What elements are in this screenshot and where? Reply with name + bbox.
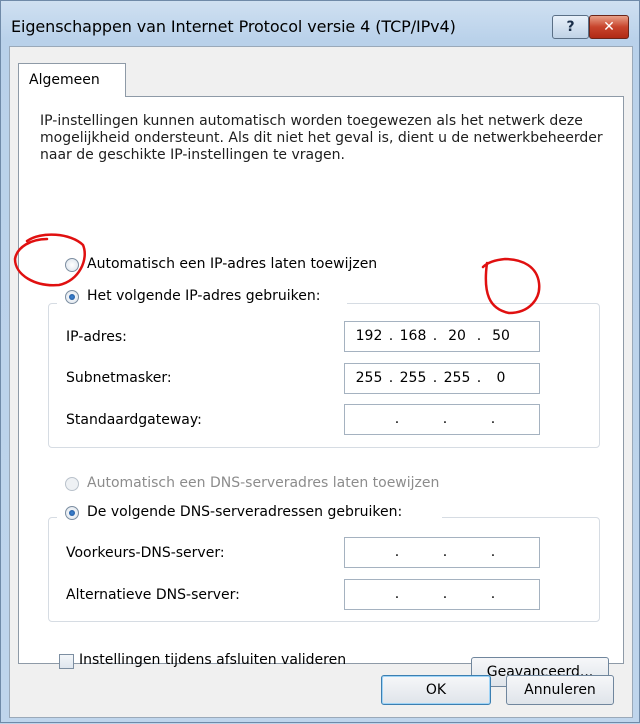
manual-dns-label[interactable]: De volgende DNS-serveradressen gebruiken… [87,504,402,520]
auto-dns-label[interactable]: Automatisch een DNS-serveradres laten to… [87,475,439,491]
octet-dot: . [442,586,448,602]
validate-label[interactable]: Instellingen tijdens afsluiten valideren [79,652,346,668]
octet-dot: . [490,411,496,427]
alternate-dns-label: Alternatieve DNS-server: [66,587,240,603]
octet-dot: . [388,328,394,344]
cancel-button[interactable]: Annuleren [506,675,614,705]
subnet-octet-4: 0 [496,370,506,386]
octet-dot: . [442,411,448,427]
octet-dot: . [490,544,496,560]
intro-text: IP-instellingen kunnen automatisch worde… [40,113,603,163]
manual-dns-radio[interactable] [65,506,79,520]
octet-dot: . [394,586,400,602]
auto-ip-radio[interactable] [65,258,79,272]
auto-ip-label[interactable]: Automatisch een IP-adres laten toewijzen [87,256,377,272]
octet-dot: . [388,370,394,386]
title-bar[interactable]: Eigenschappen van Internet Protocol vers… [1,1,640,45]
subnet-octet-1: 255 [355,370,383,386]
ip-octet-2: 168 [399,328,427,344]
octet-dot: . [442,544,448,560]
octet-dot: . [476,370,482,386]
subnet-label: Subnetmasker: [66,370,172,386]
octet-dot: . [432,370,438,386]
subnet-octet-2: 255 [399,370,427,386]
gateway-input[interactable]: . . . [344,404,540,435]
dialog-content: Algemeen IP-instellingen kunnen automati… [9,46,633,718]
help-button[interactable]: ? [552,15,589,39]
general-panel: IP-instellingen kunnen automatisch worde… [18,96,624,687]
preferred-dns-input[interactable]: . . . [344,537,540,568]
manual-ip-radio[interactable] [65,290,79,304]
tab-algemeen[interactable]: Algemeen [18,63,126,97]
ip-address-label: IP-adres: [66,329,127,345]
octet-dot: . [394,544,400,560]
ip-octet-1: 192 [355,328,383,344]
ip-octet-4: 50 [492,328,510,344]
gateway-label: Standaardgateway: [66,412,202,428]
octet-dot: . [490,586,496,602]
manual-ip-label[interactable]: Het volgende IP-adres gebruiken: [87,288,320,304]
dialog-window: Eigenschappen van Internet Protocol vers… [0,0,640,723]
close-button[interactable]: ✕ [589,15,629,39]
subnet-octet-3: 255 [443,370,471,386]
ip-address-input[interactable]: 192 . 168 . 20 . 50 [344,321,540,352]
preferred-dns-label: Voorkeurs-DNS-server: [66,545,225,561]
octet-dot: . [394,411,400,427]
ip-octet-3: 20 [448,328,466,344]
auto-dns-radio[interactable] [65,477,79,491]
octet-dot: . [432,328,438,344]
close-icon: ✕ [603,19,615,35]
alternate-dns-input[interactable]: . . . [344,579,540,610]
validate-checkbox[interactable] [59,654,74,669]
ok-button[interactable]: OK [381,675,491,705]
octet-dot: . [476,328,482,344]
subnet-input[interactable]: 255 . 255 . 255 . 0 [344,363,540,394]
window-title: Eigenschappen van Internet Protocol vers… [11,17,456,36]
